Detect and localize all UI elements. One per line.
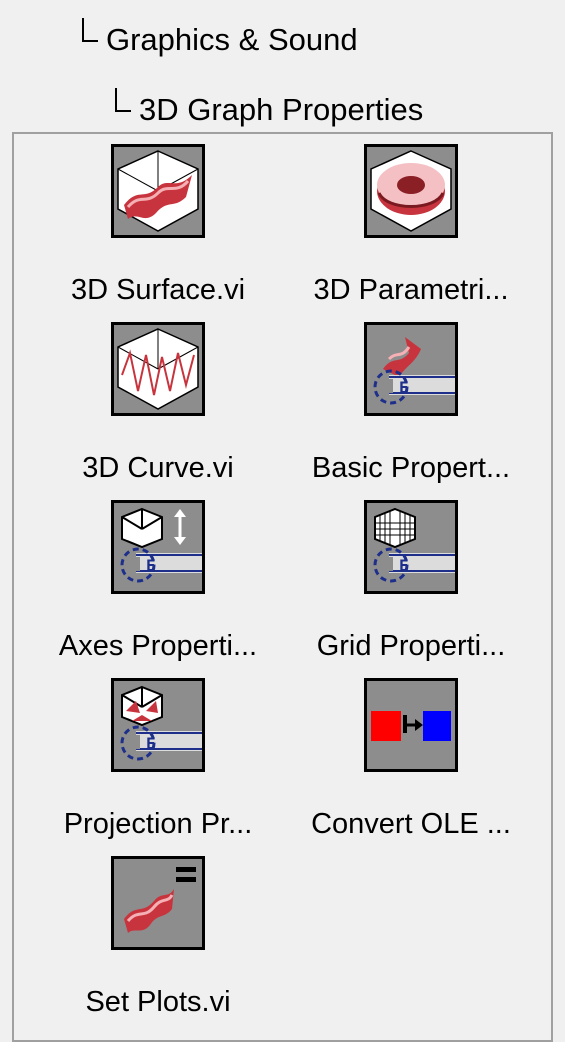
palette-item-label: Convert OLE ... <box>311 808 511 840</box>
grid-properties-icon: E <box>364 500 458 594</box>
palette-item-label: Set Plots.vi <box>85 986 231 1018</box>
basic-properties-icon: E <box>364 322 458 416</box>
palette-item-label: Projection Pr... <box>63 808 253 840</box>
palette-item-label: 3D Curve.vi <box>82 452 234 484</box>
palette-item-label: Axes Properti... <box>58 630 258 662</box>
breadcrumb-3d-graph-properties[interactable]: 3D Graph Properties <box>115 88 423 125</box>
palette-item-label: 3D Surface.vi <box>70 274 246 306</box>
projection-properties-icon: E <box>111 678 205 772</box>
svg-text:E: E <box>399 556 409 575</box>
set-plots-icon <box>111 856 205 950</box>
tree-branch-icon <box>82 18 98 42</box>
palette-item-label: Grid Properti... <box>316 630 506 662</box>
palette-item-label: Basic Propert... <box>311 452 511 484</box>
svg-text:E: E <box>399 378 409 397</box>
tree-branch-icon <box>115 88 131 112</box>
breadcrumb-label: Graphics & Sound <box>106 22 358 57</box>
palette-panel: 3D Surface.vi 3D Parametri... 3D Curve.v… <box>12 132 553 1042</box>
3d-parametric-icon <box>364 144 458 238</box>
palette-item-label: 3D Parametri... <box>313 274 509 306</box>
axes-properties-icon: E <box>111 500 205 594</box>
breadcrumb-graphics-sound[interactable]: Graphics & Sound <box>82 18 358 55</box>
svg-text:E: E <box>146 734 156 753</box>
breadcrumb-label: 3D Graph Properties <box>139 92 424 127</box>
3d-surface-icon <box>111 144 205 238</box>
3d-curve-icon <box>111 322 205 416</box>
convert-ole-icon <box>364 678 458 772</box>
svg-text:E: E <box>146 556 156 575</box>
